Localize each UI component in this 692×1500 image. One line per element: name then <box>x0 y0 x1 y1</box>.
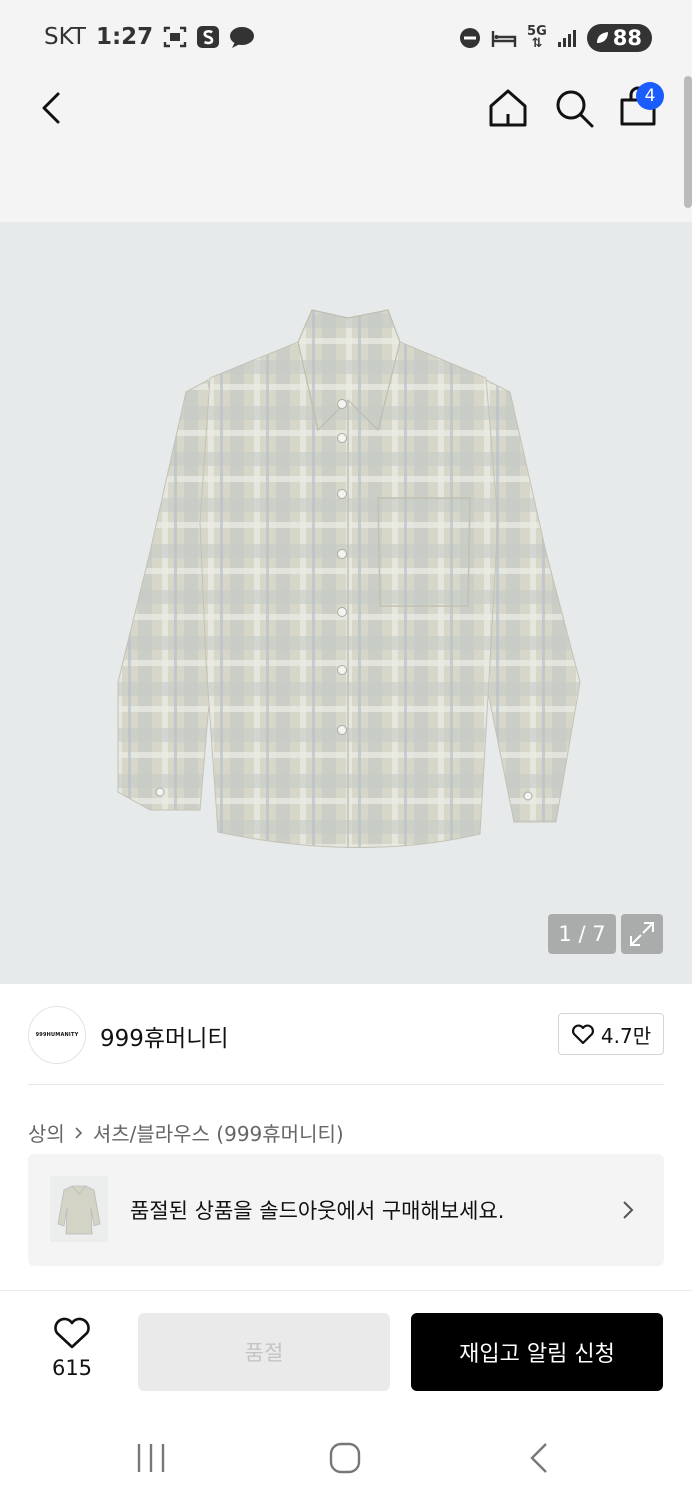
home-nav-icon[interactable] <box>325 1438 365 1478</box>
carrier-label: SKT <box>44 24 86 50</box>
do-not-disturb-icon <box>460 28 481 48</box>
screenshot-icon <box>163 26 187 48</box>
network-type: 5G ⇅ <box>527 24 547 51</box>
scrollbar[interactable] <box>684 76 692 208</box>
home-icon[interactable] <box>486 86 530 130</box>
clock: 1:27 <box>95 24 154 50</box>
brand-logo-text: 999HUMANITY <box>35 1032 79 1038</box>
heart-outline-icon <box>571 1024 594 1045</box>
image-counter: 1 / 7 <box>548 914 616 954</box>
heart-outline-icon <box>54 1317 90 1349</box>
samsung-s-icon <box>197 26 220 48</box>
signal-icon <box>557 30 576 47</box>
soldout-thumbnail <box>50 1176 108 1242</box>
brand-like-button[interactable]: 4.7만 <box>558 1013 664 1055</box>
breadcrumb-category[interactable]: 상의 <box>28 1118 65 1147</box>
wish-button[interactable]: 615 <box>44 1316 100 1380</box>
chevron-right-icon <box>623 1201 634 1219</box>
status-bar: SKT 1:27 5G ⇅ 88 <box>0 0 692 76</box>
chat-bubble-icon <box>230 27 255 48</box>
expand-icon <box>630 922 654 946</box>
back-nav-icon[interactable] <box>520 1438 560 1478</box>
breadcrumb-subcategory[interactable]: 셔츠/블라우스 (999휴머니티) <box>93 1118 344 1147</box>
battery-level: 88 <box>612 26 642 50</box>
sleep-mode-icon <box>491 31 517 47</box>
soldout-banner-text: 품절된 상품을 솔드아웃에서 구매해보세요. <box>130 1199 505 1223</box>
back-arrow-icon[interactable] <box>34 88 74 128</box>
brand-row: 999HUMANITY 999휴머니티 4.7만 <box>28 1006 664 1064</box>
breadcrumb: 상의 셔츠/블라우스 (999휴머니티) <box>28 1118 344 1147</box>
expand-image-button[interactable] <box>621 914 663 954</box>
chevron-right-icon <box>75 1126 82 1139</box>
wish-count: 615 <box>51 1356 93 1380</box>
shirt-image <box>117 309 581 849</box>
shirt-thumbnail-image <box>57 1185 101 1235</box>
product-detail-page: SKT 1:27 5G ⇅ 88 4 1 / 7 999HUMANITY 999… <box>0 0 692 1500</box>
status-right: 5G ⇅ 88 <box>459 24 652 52</box>
brand-name[interactable]: 999휴머니티 <box>100 1019 229 1053</box>
divider <box>0 1290 692 1291</box>
cart-count-badge: 4 <box>636 82 664 110</box>
status-left: SKT 1:27 <box>44 24 255 50</box>
leaf-icon <box>596 32 608 43</box>
divider <box>28 1084 664 1085</box>
product-image[interactable] <box>0 222 692 984</box>
battery-indicator: 88 <box>586 24 652 52</box>
restock-alert-button[interactable]: 재입고 알림 신청 <box>411 1313 663 1391</box>
top-header <box>0 76 692 222</box>
search-icon[interactable] <box>552 86 596 130</box>
brand-logo[interactable]: 999HUMANITY <box>28 1006 86 1064</box>
system-nav-bar <box>0 1410 692 1500</box>
soldout-banner[interactable]: 품절된 상품을 솔드아웃에서 구매해보세요. <box>28 1154 664 1266</box>
soldout-button[interactable]: 품절 <box>138 1313 390 1391</box>
recent-apps-icon[interactable] <box>131 1438 171 1478</box>
brand-like-count: 4.7만 <box>600 1023 652 1048</box>
